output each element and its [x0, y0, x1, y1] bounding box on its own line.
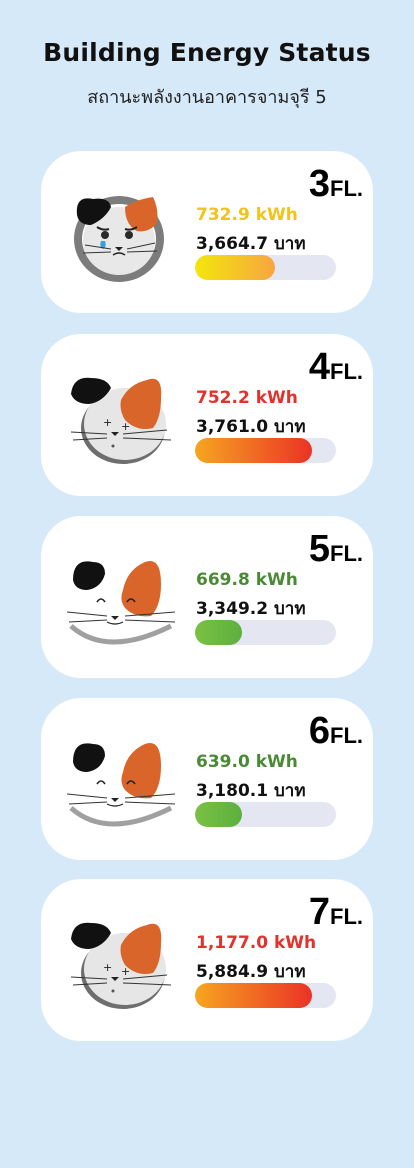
- energy-kwh: 732.9 kWh: [196, 205, 298, 225]
- usage-bar-fill: [195, 620, 242, 645]
- floor-label: 5FL.: [308, 528, 363, 570]
- floor-label: 3FL.: [308, 163, 363, 205]
- cat-dizzy-icon: + +: [70, 377, 172, 464]
- energy-cost: 3,180.1 บาท: [196, 781, 306, 801]
- cat-crying-icon: [74, 196, 164, 282]
- usage-bar-fill: [195, 438, 313, 463]
- svg-text:+: +: [121, 965, 130, 978]
- svg-text:+: +: [103, 961, 112, 974]
- usage-bar: [195, 983, 336, 1008]
- energy-kwh: 1,177.0 kWh: [196, 933, 317, 953]
- energy-cost: 3,349.2 บาท: [196, 599, 306, 619]
- svg-text:+: +: [121, 420, 130, 433]
- usage-bar: [195, 620, 336, 645]
- floor-card-3[interactable]: 3FL. 732.9 kWh 3,664.7 บาท: [41, 151, 373, 313]
- usage-bar-fill: [195, 802, 242, 827]
- floor-card-6[interactable]: 6FL. 639.0 kWh 3,180.1 บาท: [41, 698, 373, 860]
- svg-text:+: +: [103, 416, 112, 429]
- energy-kwh: 752.2 kWh: [196, 388, 298, 408]
- usage-bar: [195, 255, 336, 280]
- floor-card-7[interactable]: + + 7FL. 1,177.0 kWh 5,884.9 บาท: [41, 879, 373, 1041]
- floor-label: 6FL.: [308, 710, 363, 752]
- cat-happy-icon: [67, 560, 176, 645]
- energy-cost: 3,664.7 บาท: [196, 234, 306, 254]
- page-title: Building Energy Status: [43, 38, 371, 67]
- usage-bar-fill: [195, 255, 276, 280]
- floor-card-4[interactable]: + + 4FL. 752.2 kWh 3,761.0 บาท: [41, 334, 373, 496]
- cat-happy-icon: [67, 742, 176, 827]
- usage-bar-fill: [195, 983, 313, 1008]
- floor-card-5[interactable]: 5FL. 669.8 kWh 3,349.2 บาท: [41, 516, 373, 678]
- energy-kwh: 669.8 kWh: [196, 570, 298, 590]
- page-subtitle: สถานะพลังงานอาคารจามจุรี 5: [87, 87, 327, 108]
- usage-bar: [195, 802, 336, 827]
- energy-cost: 5,884.9 บาท: [196, 962, 306, 982]
- energy-cost: 3,761.0 บาท: [196, 417, 306, 437]
- floor-label: 7FL.: [308, 891, 363, 933]
- energy-kwh: 639.0 kWh: [196, 752, 298, 772]
- usage-bar: [195, 438, 336, 463]
- floor-label: 4FL.: [308, 346, 363, 388]
- cat-dizzy-icon: + +: [70, 922, 172, 1009]
